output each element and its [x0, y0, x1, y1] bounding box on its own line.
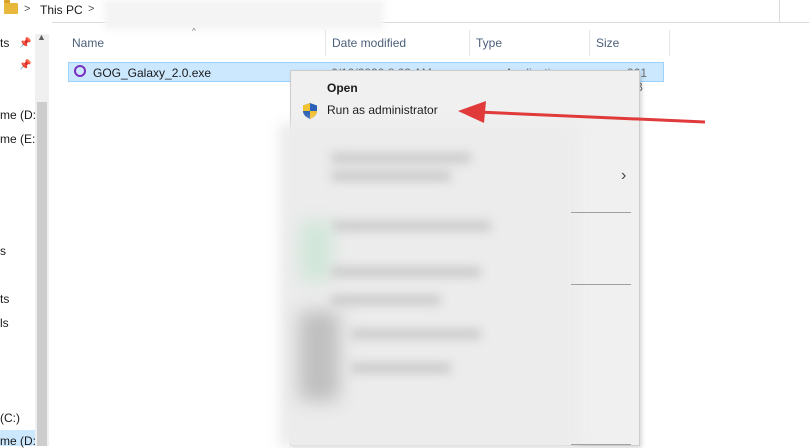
sort-indicator-icon: ^ — [192, 27, 196, 36]
column-divider[interactable] — [469, 30, 470, 56]
column-divider[interactable] — [669, 30, 670, 56]
column-size[interactable]: Size — [596, 36, 619, 50]
blurred-item — [331, 267, 481, 277]
navigation-pane: ts 📌 📌 me (D: me (E:) s ts ls (C:) me (D… — [0, 22, 52, 448]
context-menu: Open Run as administrator › — [279, 70, 640, 447]
column-name[interactable]: Name — [72, 36, 104, 50]
nav-item[interactable]: me (E:) — [0, 132, 39, 146]
address-dropdown[interactable] — [779, 0, 809, 22]
nav-scrollbar-thumb[interactable] — [37, 102, 47, 446]
blurred-item — [331, 295, 441, 305]
submenu-chevron-icon[interactable]: › — [621, 167, 626, 185]
nav-item[interactable]: (C:) — [0, 411, 20, 425]
blurred-item — [331, 221, 491, 231]
menu-item-open[interactable]: Open — [327, 81, 358, 95]
blurred-item — [331, 171, 451, 181]
menu-separator — [571, 212, 631, 213]
file-name: GOG_Galaxy_2.0.exe — [93, 66, 212, 80]
column-divider[interactable] — [589, 30, 590, 56]
address-bar[interactable]: > This PC > — [0, 0, 809, 30]
pin-icon[interactable]: 📌 — [19, 60, 31, 71]
nav-item[interactable]: ls — [0, 316, 9, 330]
uac-shield-icon — [303, 103, 317, 119]
folder-icon — [4, 0, 18, 14]
nav-item[interactable]: ts — [0, 292, 9, 306]
blurred-item — [331, 153, 471, 163]
breadcrumb-this-pc[interactable]: This PC — [40, 3, 83, 17]
pin-icon[interactable]: 📌 — [19, 38, 31, 49]
column-divider[interactable] — [325, 30, 326, 56]
blurred-item — [299, 311, 339, 401]
menu-separator — [571, 444, 631, 445]
column-date-modified[interactable]: Date modified — [332, 36, 406, 50]
gog-galaxy-icon — [74, 65, 86, 77]
blurred-item — [351, 363, 451, 373]
column-header: ^ Name Date modified Type Size — [52, 27, 809, 56]
nav-item[interactable]: me (D: — [0, 108, 36, 122]
blurred-item — [301, 221, 331, 281]
breadcrumb-separator[interactable]: > — [24, 3, 30, 15]
scroll-up-icon[interactable]: ▲ — [37, 32, 46, 42]
breadcrumb-separator[interactable]: > — [88, 3, 94, 15]
blurred-region — [104, 0, 384, 30]
menu-separator — [571, 284, 631, 285]
column-type[interactable]: Type — [476, 36, 502, 50]
nav-item[interactable]: ts — [0, 36, 9, 50]
blurred-item — [351, 329, 481, 339]
nav-item[interactable]: s — [0, 244, 6, 258]
menu-item-run-as-administrator[interactable]: Run as administrator — [327, 103, 438, 117]
